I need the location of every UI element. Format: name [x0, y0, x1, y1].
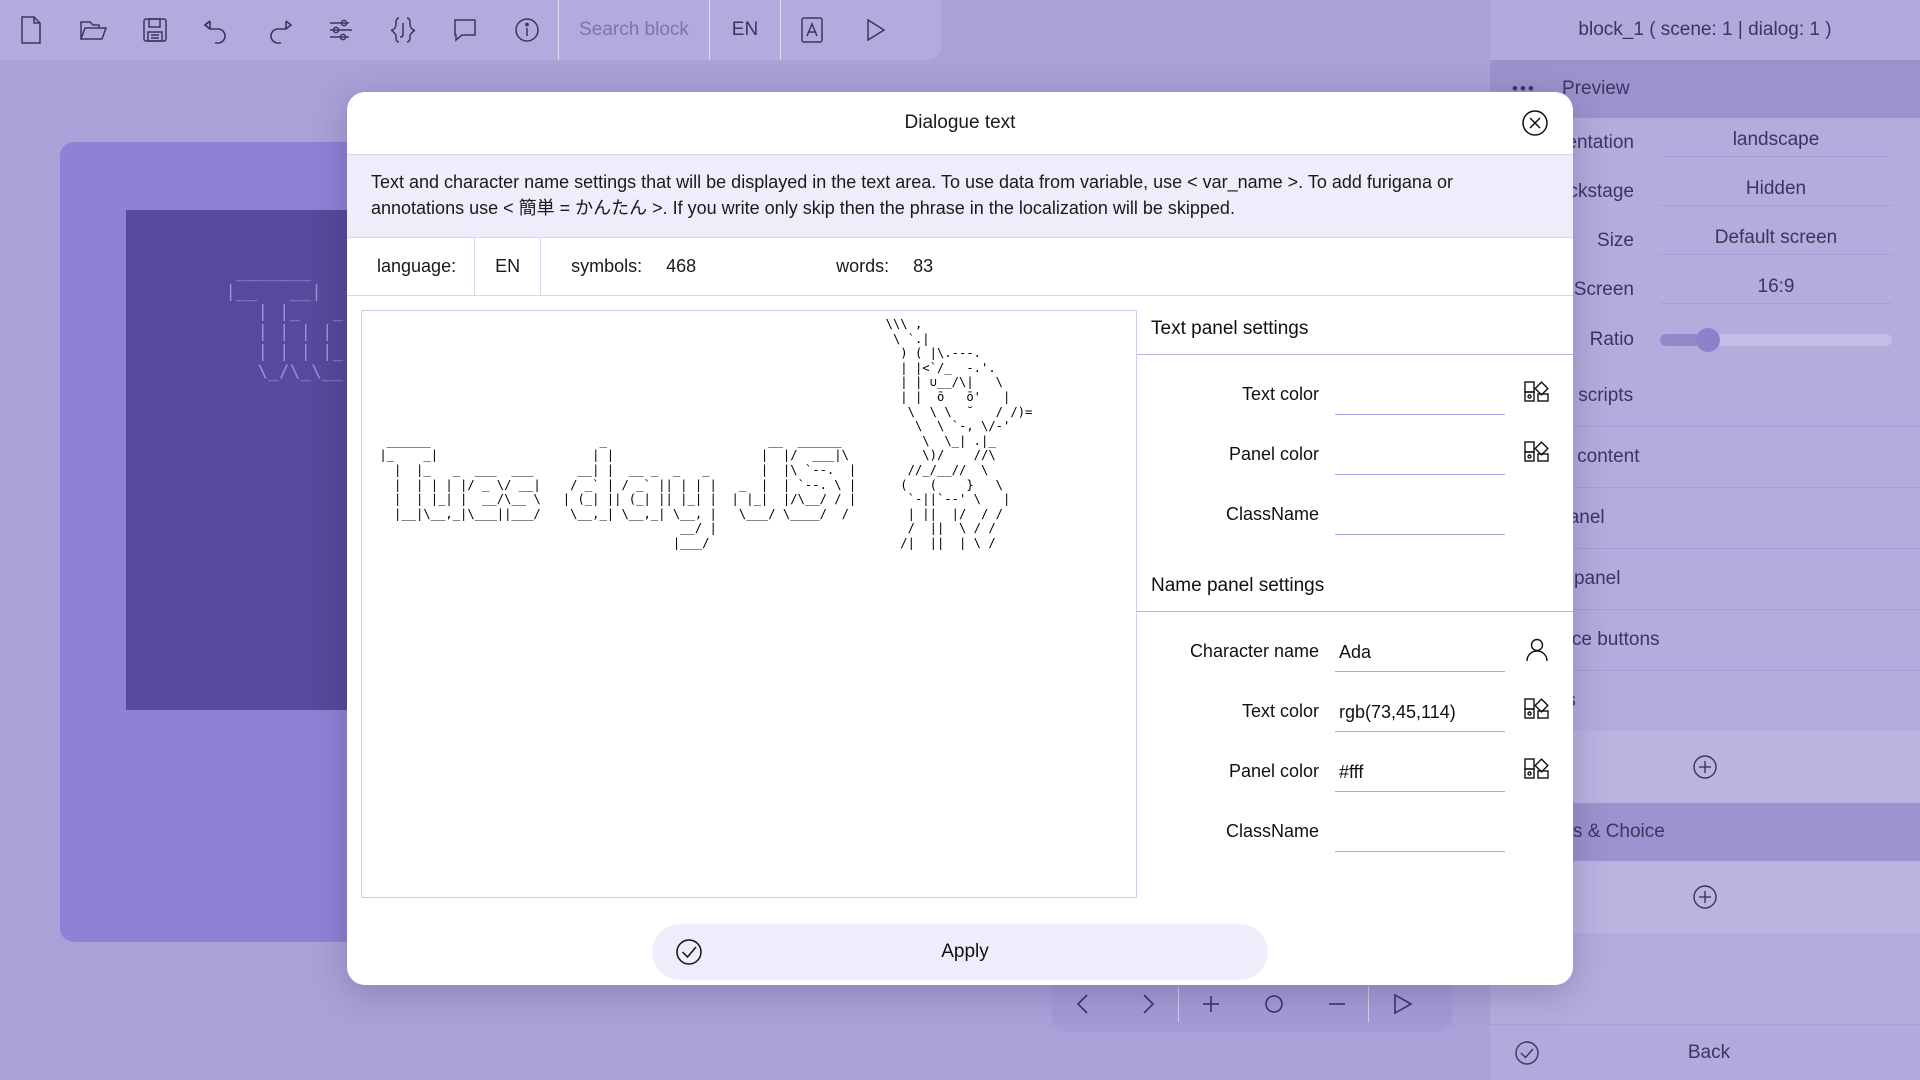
name-panel-character-name-input[interactable]: Ada: [1335, 642, 1505, 672]
name-panel-panel-color-row: Panel color #fff: [1137, 732, 1573, 792]
text-panel-settings-header: Text panel settings: [1137, 304, 1573, 355]
undo-icon[interactable]: [186, 0, 248, 60]
plus-circle-icon: [1693, 755, 1717, 779]
text-panel-classname-input[interactable]: [1335, 507, 1505, 535]
settings-spacer: [1137, 535, 1573, 561]
sidebar-block-title: block_1 ( scene: 1 | dialog: 1 ): [1490, 0, 1920, 60]
classname-icon-placeholder: [1517, 495, 1557, 535]
name-panel-settings-header: Name panel settings: [1137, 561, 1573, 612]
name-panel-text-color-input[interactable]: rgb(73,45,114): [1335, 702, 1505, 732]
text-panel-panel-color-label: Panel color: [1228, 444, 1319, 464]
person-icon[interactable]: [1517, 632, 1557, 672]
apply-button[interactable]: Apply: [652, 924, 1268, 980]
modal-title: Dialogue text: [904, 112, 1016, 133]
back-button-label: Back: [1687, 1041, 1731, 1063]
meta-words-value: 83: [913, 256, 934, 276]
ratio-slider[interactable]: [1660, 328, 1892, 352]
name-panel-panel-color-input[interactable]: #fff: [1335, 762, 1505, 792]
back-button[interactable]: Back: [1490, 1024, 1920, 1080]
json-braces-icon[interactable]: [372, 0, 434, 60]
name-panel-classname-label: ClassName: [1225, 821, 1319, 841]
dialogue-text-modal: Dialogue text Text and character name se…: [347, 92, 1573, 985]
name-panel-character-name-row: Character name Ada: [1137, 612, 1573, 672]
modal-meta-row: language: EN symbols: 468 words: 83: [347, 237, 1573, 296]
sidebar-row-size-value[interactable]: Default screen: [1660, 227, 1892, 255]
settings-pane: Text panel settings Text color Panel col…: [1137, 296, 1573, 896]
open-folder-icon[interactable]: [62, 0, 124, 60]
text-panel-classname-row: ClassName: [1137, 475, 1573, 535]
language-button[interactable]: EN: [710, 0, 780, 60]
classname-icon-placeholder: [1517, 812, 1557, 852]
info-icon[interactable]: [496, 0, 558, 60]
dialogue-text-input[interactable]: \\\ , \ `.| ) ( |\.---. | |<`/_ -.'. | |…: [361, 310, 1137, 898]
check-circle-icon: [1512, 1038, 1542, 1068]
color-picker-icon[interactable]: [1517, 692, 1557, 732]
text-panel-panel-color-row: Panel color: [1137, 415, 1573, 475]
text-panel-text-color-input[interactable]: [1335, 387, 1505, 415]
name-panel-text-color-row: Text color rgb(73,45,114): [1137, 672, 1573, 732]
text-panel-text-color-row: Text color: [1137, 355, 1573, 415]
modal-body: \\\ , \ `.| ) ( |\.---. | |<`/_ -.'. | |…: [347, 296, 1573, 898]
meta-symbols-value: 468: [666, 256, 697, 276]
plus-circle-icon: [1693, 885, 1717, 909]
sidebar-row-screen-value[interactable]: 16:9: [1660, 276, 1892, 304]
text-panel-panel-color-input[interactable]: [1335, 447, 1505, 475]
text-panel-classname-label: ClassName: [1225, 504, 1319, 524]
modal-description: Text and character name settings that wi…: [347, 154, 1573, 238]
close-circle-icon[interactable]: [1519, 107, 1551, 139]
name-panel-classname-row: ClassName: [1137, 792, 1573, 852]
sidebar-row-backstage-value[interactable]: Hidden: [1660, 178, 1892, 206]
search-input[interactable]: Search block: [559, 0, 709, 60]
top-toolbar: Search block EN: [0, 0, 941, 60]
sidebar-row-orientation-value[interactable]: landscape: [1660, 129, 1892, 157]
meta-words-label: words:: [836, 256, 890, 276]
meta-symbols-label: symbols:: [571, 256, 643, 276]
redo-icon[interactable]: [248, 0, 310, 60]
apply-button-label: Apply: [941, 941, 989, 962]
modal-header: Dialogue text: [347, 92, 1573, 154]
color-picker-icon[interactable]: [1517, 435, 1557, 475]
name-panel-classname-input[interactable]: [1335, 824, 1505, 852]
new-file-icon[interactable]: [0, 0, 62, 60]
app-root: _______ |__ __| | |_ _ | | | | | | | | |…: [0, 0, 1920, 1080]
dialogue-ascii-art: \\\ , \ `.| ) ( |\.---. | |<`/_ -.'. | |…: [379, 317, 1033, 550]
save-disk-icon[interactable]: [124, 0, 186, 60]
name-panel-text-color-label: Text color: [1241, 701, 1319, 721]
dialogue-textarea-wrap: \\\ , \ `.| ) ( |\.---. | |<`/_ -.'. | |…: [347, 296, 1137, 898]
comment-bubble-icon[interactable]: [434, 0, 496, 60]
check-circle-icon: [672, 935, 706, 969]
meta-language-value[interactable]: EN: [474, 237, 542, 296]
modal-footer: Apply: [347, 896, 1573, 985]
name-panel-character-name-label: Character name: [1189, 641, 1319, 661]
color-picker-icon[interactable]: [1517, 375, 1557, 415]
settings-sliders-icon[interactable]: [310, 0, 372, 60]
color-picker-icon[interactable]: [1517, 752, 1557, 792]
meta-language-label: language:: [377, 256, 457, 276]
ratio-slider-knob[interactable]: [1696, 328, 1720, 352]
font-icon[interactable]: [781, 0, 843, 60]
name-panel-panel-color-label: Panel color: [1228, 761, 1319, 781]
text-panel-text-color-label: Text color: [1241, 384, 1319, 404]
play-icon[interactable]: [843, 0, 905, 60]
